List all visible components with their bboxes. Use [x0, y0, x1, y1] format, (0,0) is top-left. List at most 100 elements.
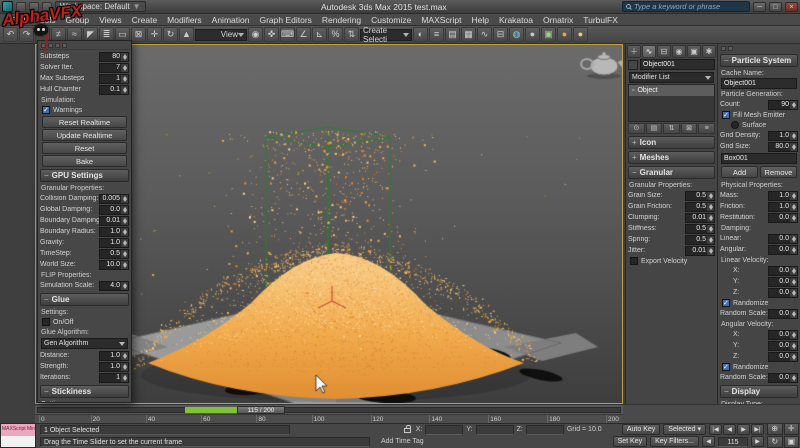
spinner-down-icon[interactable]: [791, 249, 796, 253]
create-tab-icon[interactable]: ＋: [627, 45, 641, 58]
open-file-icon[interactable]: [29, 1, 39, 12]
randomize-linear-checkbox[interactable]: Randomize: [719, 298, 799, 308]
spinner-arrows[interactable]: [121, 63, 128, 72]
time-slider-handle[interactable]: 115 / 200: [237, 406, 285, 414]
show-end-result-icon[interactable]: ▤: [645, 123, 663, 134]
modify-tab-icon[interactable]: ∿: [642, 45, 656, 58]
bake-button[interactable]: Bake: [42, 155, 127, 167]
zoom-icon[interactable]: ⊕: [767, 423, 783, 435]
spinner-down-icon[interactable]: [708, 228, 713, 232]
spinner-arrows[interactable]: [790, 234, 797, 243]
use-pivot-point-icon[interactable]: ◉: [248, 27, 263, 42]
spinner-down-icon[interactable]: [708, 239, 713, 243]
spinner-field[interactable]: 0.0: [768, 233, 798, 244]
coord-y-field[interactable]: [475, 424, 514, 435]
spinner-down-icon[interactable]: [122, 366, 127, 370]
spinner-down-icon[interactable]: [122, 78, 127, 82]
time-slider[interactable]: 115 / 200: [35, 404, 623, 414]
spinner-field[interactable]: 4.0: [99, 280, 129, 291]
reference-coordinate-combo[interactable]: View: [195, 28, 247, 41]
spinner-arrows[interactable]: [121, 238, 128, 247]
spinner-field[interactable]: 1: [99, 372, 129, 383]
curve-editor-icon[interactable]: ∿: [477, 27, 492, 42]
spinner-arrows[interactable]: [790, 213, 797, 222]
spinner-down-icon[interactable]: [122, 198, 127, 202]
menu-krakatoa[interactable]: Krakatoa: [494, 15, 538, 25]
surface-option[interactable]: Surface: [719, 120, 799, 130]
orbit-icon[interactable]: ↻: [767, 436, 783, 448]
checkbox-icon[interactable]: [630, 257, 638, 265]
spinner-arrows[interactable]: [121, 85, 128, 94]
spinner-field[interactable]: 0.5: [685, 223, 715, 234]
spinner-arrows[interactable]: [707, 246, 714, 255]
spinner-field[interactable]: 1.0: [99, 226, 129, 237]
particle-system-rollout[interactable]: − Particle System: [720, 54, 798, 67]
configure-modifier-sets-icon[interactable]: ≡: [698, 123, 715, 134]
menu-create[interactable]: Create: [127, 15, 163, 25]
workspace-selector[interactable]: Workspace: Default ▼: [55, 1, 146, 12]
select-and-manipulate-icon[interactable]: ✜: [264, 27, 279, 42]
select-and-scale-icon[interactable]: ▲: [179, 27, 194, 42]
modifier-stack[interactable]: ◦ Object: [628, 84, 715, 122]
next-frame-icon[interactable]: ▶: [751, 436, 764, 447]
spinner-field[interactable]: 0.01: [685, 212, 715, 223]
gpu-settings-rollout[interactable]: − GPU Settings: [40, 169, 129, 182]
spinner-down-icon[interactable]: [708, 217, 713, 221]
object-name-field[interactable]: Object001: [640, 59, 715, 70]
add-button[interactable]: Add: [721, 166, 758, 178]
menu-graph-editors[interactable]: Graph Editors: [254, 15, 316, 25]
spinner-arrows[interactable]: [121, 52, 128, 61]
warnings-checkbox[interactable]: Warnings: [39, 105, 130, 115]
checkbox-icon[interactable]: [42, 106, 50, 114]
granular-rollout[interactable]: − Granular: [628, 166, 715, 179]
spinner-field[interactable]: 1.0: [99, 361, 129, 372]
rendered-frame-window-icon[interactable]: ▣: [541, 27, 556, 42]
spinner-field[interactable]: 1.0: [99, 350, 129, 361]
spinner-arrows[interactable]: [790, 266, 797, 275]
spinner-arrows[interactable]: [790, 309, 797, 318]
modifier-list-combo[interactable]: Modifier List: [629, 72, 714, 83]
spinner-arrows[interactable]: [790, 202, 797, 211]
hierarchy-tab-icon[interactable]: ⊟: [657, 45, 671, 58]
redo-icon[interactable]: ↷: [19, 27, 34, 42]
spinner-arrows[interactable]: [707, 235, 714, 244]
spinner-field[interactable]: 0.5: [685, 201, 715, 212]
set-key-button[interactable]: Set Key: [612, 436, 648, 447]
randomize-angular-checkbox[interactable]: Randomize: [719, 362, 799, 372]
current-frame-field[interactable]: 115: [718, 436, 748, 447]
time-slider-track[interactable]: [37, 407, 621, 413]
checkbox-icon[interactable]: [42, 318, 50, 326]
utilities-tab-icon[interactable]: ✱: [702, 45, 716, 58]
menu-group[interactable]: Group: [61, 15, 95, 25]
grid-size-spinner[interactable]: 80.0: [768, 141, 798, 152]
spinner-arrows[interactable]: [790, 373, 797, 382]
stickiness-rollout[interactable]: − Stickiness: [40, 385, 129, 398]
icon-rollout[interactable]: + Icon: [628, 136, 715, 149]
spinner-arrows[interactable]: [121, 362, 128, 371]
spinner-arrows[interactable]: [121, 249, 128, 258]
go-to-end-icon[interactable]: ▶|: [751, 424, 764, 435]
spinner-field[interactable]: 1.0: [768, 190, 798, 201]
spinner-arrows[interactable]: [121, 260, 128, 269]
grid-density-spinner[interactable]: 1.0: [768, 130, 798, 141]
spinner-down-icon[interactable]: [791, 238, 796, 242]
remove-button[interactable]: Remove: [760, 166, 797, 178]
menu-tools[interactable]: Tools: [31, 15, 61, 25]
render-setup-icon[interactable]: ●: [525, 27, 540, 42]
spinner-field[interactable]: 1: [99, 73, 129, 84]
spinner-arrows[interactable]: [707, 224, 714, 233]
spinner-field[interactable]: 10.0: [99, 259, 129, 270]
search-input[interactable]: Type a keyword or phrase: [622, 1, 750, 12]
spinner-down-icon[interactable]: [122, 253, 127, 257]
menu-rendering[interactable]: Rendering: [317, 15, 366, 25]
reset-button[interactable]: Reset: [42, 142, 127, 154]
random-scale-spinner[interactable]: 0.0: [768, 308, 798, 319]
pan-icon[interactable]: ✛: [783, 423, 799, 435]
schematic-view-icon[interactable]: ⊟: [493, 27, 508, 42]
key-filters-button[interactable]: Key Filters...: [650, 436, 699, 447]
spinner-field[interactable]: 0.01: [685, 245, 715, 256]
spinner-down-icon[interactable]: [708, 195, 713, 199]
spinner-down-icon[interactable]: [791, 345, 796, 349]
go-to-start-icon[interactable]: |◀: [709, 424, 722, 435]
spinner-field[interactable]: 0.0: [768, 340, 798, 351]
